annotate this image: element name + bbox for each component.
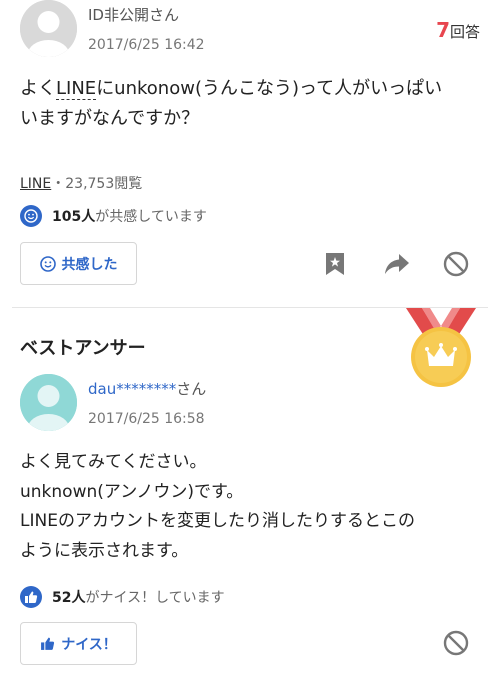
empathy-button-label: 共感した <box>61 256 118 273</box>
nice-button-label: ナイス！ <box>61 636 117 653</box>
answer-timestamp: 2017/6/25 16:58 <box>88 411 205 427</box>
nice-count: 52人 <box>52 590 86 606</box>
smile-icon <box>20 205 42 227</box>
answer-count-suffix: 回答 <box>449 23 480 41</box>
question-username[interactable]: ID非公開さん <box>88 4 179 25</box>
bookmark-icon[interactable] <box>320 250 350 278</box>
question-body-line1: よくLINEにunkonow(うんこなう)って人がいっぱい <box>20 78 443 100</box>
nice-suffix: がナイス！しています <box>85 590 225 606</box>
answer-count-number: 7 <box>436 18 450 42</box>
question-body: よくLINEにunkonow(うんこなう)って人がいっぱい いますがなんですか？ <box>20 74 490 134</box>
thumbs-up-icon <box>20 586 42 608</box>
thumbs-up-icon <box>40 636 55 651</box>
empathy-button[interactable]: 共感した <box>20 242 137 285</box>
nice-button[interactable]: ナイス！ <box>20 622 137 665</box>
smile-icon <box>39 255 56 272</box>
block-icon[interactable] <box>441 249 471 279</box>
empathy-row: 105人 が共感しています <box>20 205 207 227</box>
question-body-line2: いますがなんですか？ <box>20 108 200 129</box>
question-avatar <box>20 0 77 57</box>
answer-username[interactable]: dau********さん <box>88 378 206 399</box>
block-icon[interactable] <box>441 628 471 658</box>
answer-body-line3: LINEのアカウントを変更したり消したりするとこの <box>20 511 415 531</box>
category-link[interactable]: LINE <box>20 176 51 192</box>
best-answer-heading: ベストアンサー <box>20 338 146 359</box>
share-icon[interactable] <box>382 250 412 278</box>
medal-icon <box>402 308 480 388</box>
question-body-link[interactable]: LINE <box>56 78 97 100</box>
nice-row: 52人 がナイス！しています <box>20 586 225 608</box>
answer-username-suffix: さん <box>176 380 207 398</box>
empathy-suffix: が共感しています <box>95 209 207 225</box>
category-row: LINE・23,753閲覧 <box>20 173 142 193</box>
view-count: ・23,753閲覧 <box>51 176 143 192</box>
answer-count[interactable]: 7回答 <box>436 18 480 42</box>
answer-body-line2: unknown(アンノウン)です。 <box>20 481 244 502</box>
answer-avatar <box>20 374 77 431</box>
answer-body-line1: よく見てみてください。 <box>20 452 207 472</box>
answer-body-line4: ように表示されます。 <box>20 540 189 561</box>
empathy-count: 105人 <box>52 209 96 225</box>
answer-username-id: dau******** <box>88 380 177 398</box>
answer-body: よく見てみてください。 unknown(アンノウン)です。 LINEのアカウント… <box>20 448 490 566</box>
question-timestamp: 2017/6/25 16:42 <box>88 37 205 53</box>
